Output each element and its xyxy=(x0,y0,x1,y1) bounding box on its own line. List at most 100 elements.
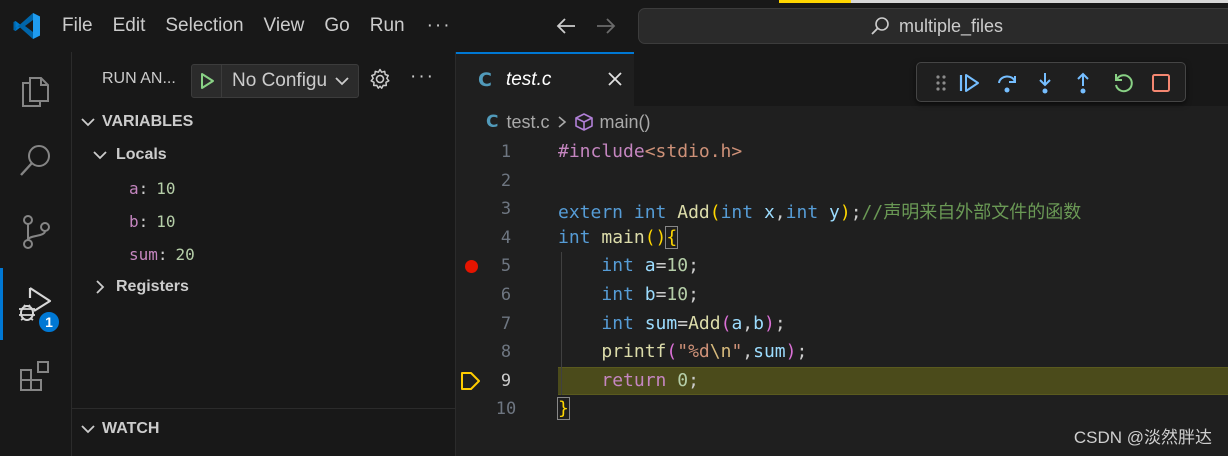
token-paren: ) xyxy=(839,202,851,224)
debug-toolbar xyxy=(916,62,1186,102)
token-function: Add xyxy=(688,312,721,334)
code-line[interactable]: 5 int a=10; xyxy=(456,252,1228,281)
line-number: 9 xyxy=(500,370,512,391)
menu-selection[interactable]: Selection xyxy=(155,0,253,52)
variable-row[interactable]: b:10 xyxy=(129,206,176,236)
variables-section-header[interactable]: VARIABLES xyxy=(72,107,456,137)
files-icon xyxy=(22,77,49,107)
token-paren: ) xyxy=(763,312,775,334)
tab-test-c[interactable]: C test.c xyxy=(456,52,634,106)
code-text: return 0; xyxy=(601,369,699,391)
menu-edit[interactable]: Edit xyxy=(103,0,156,52)
token-paren: ( xyxy=(720,312,732,334)
restart-icon[interactable] xyxy=(1111,71,1135,95)
code-line[interactable]: 7 int sum=Add(a,b); xyxy=(456,309,1228,339)
start-debugging-button[interactable] xyxy=(192,65,222,97)
watch-section-header[interactable]: WATCH xyxy=(72,414,456,444)
code-text: int a=10; xyxy=(601,255,699,277)
token-variable: a xyxy=(644,255,656,277)
code-line[interactable]: 6 int b=10; xyxy=(456,281,1228,310)
drag-handle-icon[interactable] xyxy=(929,71,953,95)
locals-scope[interactable]: Locals xyxy=(92,140,167,170)
token-paren: ( xyxy=(666,341,678,363)
section-divider xyxy=(72,408,456,409)
arrow-left-icon[interactable] xyxy=(554,14,578,38)
code-text: int main(){ xyxy=(558,225,679,249)
command-center-search[interactable]: multiple_files xyxy=(638,8,1228,44)
chevron-right-icon xyxy=(557,116,566,128)
gear-icon[interactable] xyxy=(369,68,391,90)
registers-scope[interactable]: Registers xyxy=(92,272,189,302)
token-variable: sum xyxy=(644,312,678,334)
breadcrumb-symbol[interactable]: main() xyxy=(600,112,651,133)
activity-run-debug[interactable]: 1 xyxy=(0,268,72,340)
code-line[interactable]: 10 } xyxy=(456,395,1228,424)
activity-search[interactable] xyxy=(0,124,72,196)
code-text: int b=10; xyxy=(601,284,699,305)
menu-go[interactable]: Go xyxy=(314,0,359,52)
arrow-right-icon[interactable] xyxy=(594,14,618,38)
breakpoint-icon[interactable] xyxy=(465,260,478,274)
menu-file[interactable]: File xyxy=(52,0,103,52)
token-variable: b xyxy=(753,312,764,334)
code-line[interactable]: 2 xyxy=(456,167,1228,196)
variable-colon: : xyxy=(138,178,149,198)
vscode-logo-icon xyxy=(13,13,40,39)
close-icon[interactable] xyxy=(604,68,626,90)
token-function: main xyxy=(601,226,645,248)
menu-run[interactable]: Run xyxy=(360,0,415,52)
code-editor[interactable]: 1 #include<stdio.h> 2 3 extern int Add(i… xyxy=(456,138,1228,456)
activity-extensions[interactable] xyxy=(0,340,72,412)
variable-value: 20 xyxy=(175,244,195,264)
c-file-icon: C xyxy=(478,69,492,91)
menu-more-button[interactable]: ··· xyxy=(415,15,464,37)
run-debug-header: RUN AN... No Configu ··· xyxy=(72,52,456,108)
code-text: extern int Add(int x,int y);//声明来自外部文件的函… xyxy=(558,202,1082,224)
variable-name: sum xyxy=(129,244,158,264)
token-paren: ( xyxy=(709,202,721,224)
variable-row[interactable]: a:10 xyxy=(129,173,176,203)
line-number: 6 xyxy=(500,285,512,305)
step-over-icon[interactable] xyxy=(995,71,1019,95)
token-string: " xyxy=(731,341,743,363)
token-keyword: int xyxy=(601,312,634,334)
variable-row[interactable]: sum:20 xyxy=(129,239,195,269)
stop-icon[interactable] xyxy=(1149,71,1173,95)
step-into-icon[interactable] xyxy=(1033,71,1057,95)
title-accent-strip-light xyxy=(851,0,1228,3)
token-directive: #include xyxy=(558,141,645,162)
code-text: int sum=Add(a,b); xyxy=(601,312,786,334)
source-control-icon xyxy=(23,215,50,249)
code-line[interactable]: 8 printf("%d\n",sum); xyxy=(456,338,1228,367)
breadcrumb-file[interactable]: test.c xyxy=(506,112,549,133)
variable-colon: : xyxy=(138,211,149,231)
more-actions-button[interactable]: ··· xyxy=(410,66,435,88)
code-line[interactable]: 3 extern int Add(int x,int y);//声明来自外部文件… xyxy=(456,195,1228,224)
token-keyword: int xyxy=(633,202,667,224)
watermark: CSDN @淡然胖达 xyxy=(1073,428,1212,447)
variable-colon: : xyxy=(157,244,168,264)
continue-icon[interactable] xyxy=(957,71,981,95)
code-line[interactable]: 1 #include<stdio.h> xyxy=(456,138,1228,167)
editor-tab-bar: C test.c xyxy=(456,52,1228,106)
token-param: y xyxy=(829,202,840,224)
token-paren: () xyxy=(644,226,667,248)
line-number: 7 xyxy=(500,313,512,334)
token-keyword: int xyxy=(601,284,634,305)
activity-bar: 1 xyxy=(0,52,72,456)
run-debug-sidebar: RUN AN... No Configu ··· VARIABLES Local… xyxy=(72,52,456,456)
current-statement-arrow-icon xyxy=(461,371,480,390)
token-comment: //声明来自外部文件的函数 xyxy=(861,202,1082,224)
step-out-icon[interactable] xyxy=(1071,71,1095,95)
activity-source-control[interactable] xyxy=(0,196,72,268)
menu-view[interactable]: View xyxy=(254,0,315,52)
code-line[interactable]: 4 int main(){ xyxy=(456,224,1228,253)
registers-label: Registers xyxy=(116,278,189,295)
token-string: "%d xyxy=(677,341,710,363)
activity-explorer[interactable] xyxy=(0,54,72,126)
token-keyword: int xyxy=(601,255,634,277)
code-line-current[interactable]: 9 return 0; xyxy=(456,366,1228,396)
code-text: printf("%d\n",sum); xyxy=(601,341,808,363)
token-variable: a xyxy=(731,312,743,334)
launch-config-dropdown[interactable]: No Configu xyxy=(191,64,359,98)
